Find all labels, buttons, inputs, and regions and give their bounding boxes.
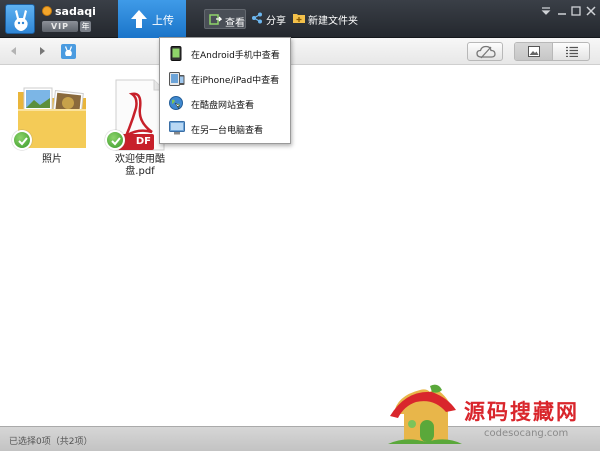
- menu-item-iphone[interactable]: 在iPhone/iPad中查看: [160, 66, 290, 91]
- thumbnail-view-button[interactable]: [515, 43, 553, 60]
- close-icon[interactable]: [585, 5, 597, 17]
- synced-check-icon: [105, 130, 125, 150]
- upload-arrow-icon: [131, 10, 147, 28]
- view-label: 查看: [225, 18, 245, 29]
- cloud-sync-button[interactable]: [467, 42, 503, 61]
- rabbit-home-icon: [65, 46, 72, 56]
- new-folder-label: 新建文件夹: [308, 16, 358, 27]
- android-phone-icon: [170, 46, 182, 61]
- view-dropdown-menu: 在Android手机中查看 在iPhone/iPad中查看 在酷盘网站查看 在另…: [159, 37, 291, 144]
- minimize-icon[interactable]: [556, 5, 568, 17]
- file-name: 照片: [42, 154, 62, 165]
- upload-button[interactable]: 上传: [118, 0, 186, 38]
- cloud-off-icon: [476, 45, 496, 59]
- folder-plus-icon: [293, 14, 305, 23]
- user-status-icon: [42, 6, 52, 16]
- vip-badge: VIP: [42, 21, 78, 32]
- file-item-photos[interactable]: 照片: [12, 78, 90, 166]
- forward-arrow-icon[interactable]: [37, 46, 47, 56]
- menu-item-android[interactable]: 在Android手机中查看: [160, 41, 290, 66]
- list-view-icon: [566, 46, 578, 57]
- folder-icon: [12, 78, 90, 152]
- back-arrow-icon[interactable]: [9, 46, 19, 56]
- menu-item-label: 在Android手机中查看: [191, 51, 280, 61]
- file-name: 欢迎使用酷盘.pdf: [115, 154, 165, 177]
- view-mode-toggle: [514, 42, 590, 61]
- monitor-icon: [169, 121, 185, 135]
- share-label: 分享: [266, 16, 286, 27]
- watermark: 源码搜藏网 codesocang.com: [378, 382, 600, 451]
- menu-item-computer[interactable]: 在另一台电脑查看: [160, 116, 290, 141]
- maximize-icon[interactable]: [570, 5, 582, 17]
- app-logo[interactable]: [5, 4, 35, 34]
- username[interactable]: sadaqi: [55, 5, 96, 18]
- selection-status: 已选择0项（共2项）: [9, 437, 93, 447]
- menu-item-label: 在另一台电脑查看: [191, 126, 264, 136]
- upload-label: 上传: [152, 14, 174, 27]
- file-list: 照片 DF 欢迎使用酷盘.pdf: [0, 66, 600, 426]
- menu-item-label: 在酷盘网站查看: [191, 101, 255, 111]
- rabbit-icon: [14, 10, 28, 31]
- navigation-bar: [0, 38, 600, 65]
- globe-icon: [169, 96, 183, 110]
- year-badge: 年: [80, 21, 91, 32]
- list-view-button[interactable]: [553, 43, 589, 60]
- menu-item-label: 在iPhone/iPad中查看: [191, 76, 280, 86]
- title-bar: sadaqi VIP 年 上传 查看 分享 新建文件夹: [0, 0, 600, 38]
- menu-item-website[interactable]: 在酷盘网站查看: [160, 91, 290, 116]
- share-icon: [252, 12, 262, 24]
- watermark-house-logo: [388, 384, 462, 444]
- view-icon: [209, 14, 222, 25]
- home-button[interactable]: [61, 44, 76, 59]
- iphone-icon: [169, 72, 185, 86]
- view-button[interactable]: 查看: [204, 9, 246, 29]
- watermark-url: codesocang.com: [484, 428, 569, 439]
- synced-check-icon: [12, 130, 32, 150]
- watermark-title: 源码搜藏网: [464, 400, 579, 424]
- menu-icon[interactable]: [540, 5, 552, 17]
- image-view-icon: [528, 46, 540, 57]
